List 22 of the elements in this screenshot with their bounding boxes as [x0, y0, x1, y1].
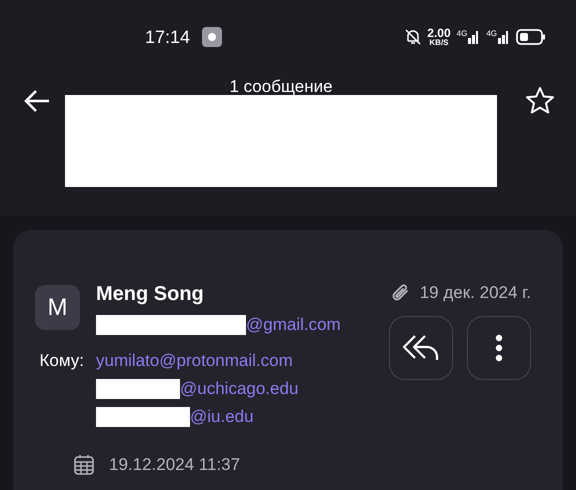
network-speed: 2.00 KB/S: [427, 27, 451, 47]
muted-bell-icon: [405, 28, 422, 46]
email-address[interactable]: @gmail.com: [96, 314, 341, 336]
network-type: 4G: [486, 30, 497, 38]
email-address[interactable]: @uchicago.edu: [96, 378, 341, 400]
message-count-title: 1 сообщение: [229, 77, 333, 97]
clock-time: 17:14: [145, 26, 190, 48]
calendar-icon: [73, 454, 95, 476]
sender-name: Meng Song: [96, 282, 205, 306]
message-date: 19 дек. 2024 г.: [420, 283, 531, 303]
signal-icon: [468, 30, 480, 44]
signal-icon: [498, 30, 510, 44]
battery-icon: [516, 29, 546, 45]
more-options-button[interactable]: [467, 316, 531, 380]
avatar: M: [35, 285, 80, 330]
reply-all-button[interactable]: [389, 316, 453, 380]
more-options-icon: [495, 334, 503, 362]
email-address[interactable]: @iu.edu: [96, 406, 341, 428]
email-address[interactable]: yumilato@protonmail.com: [96, 350, 341, 372]
to-label: Кому:: [40, 350, 85, 372]
network-type: 4G: [456, 30, 468, 38]
message-datetime: 19.12.2024 11:37: [109, 455, 240, 475]
